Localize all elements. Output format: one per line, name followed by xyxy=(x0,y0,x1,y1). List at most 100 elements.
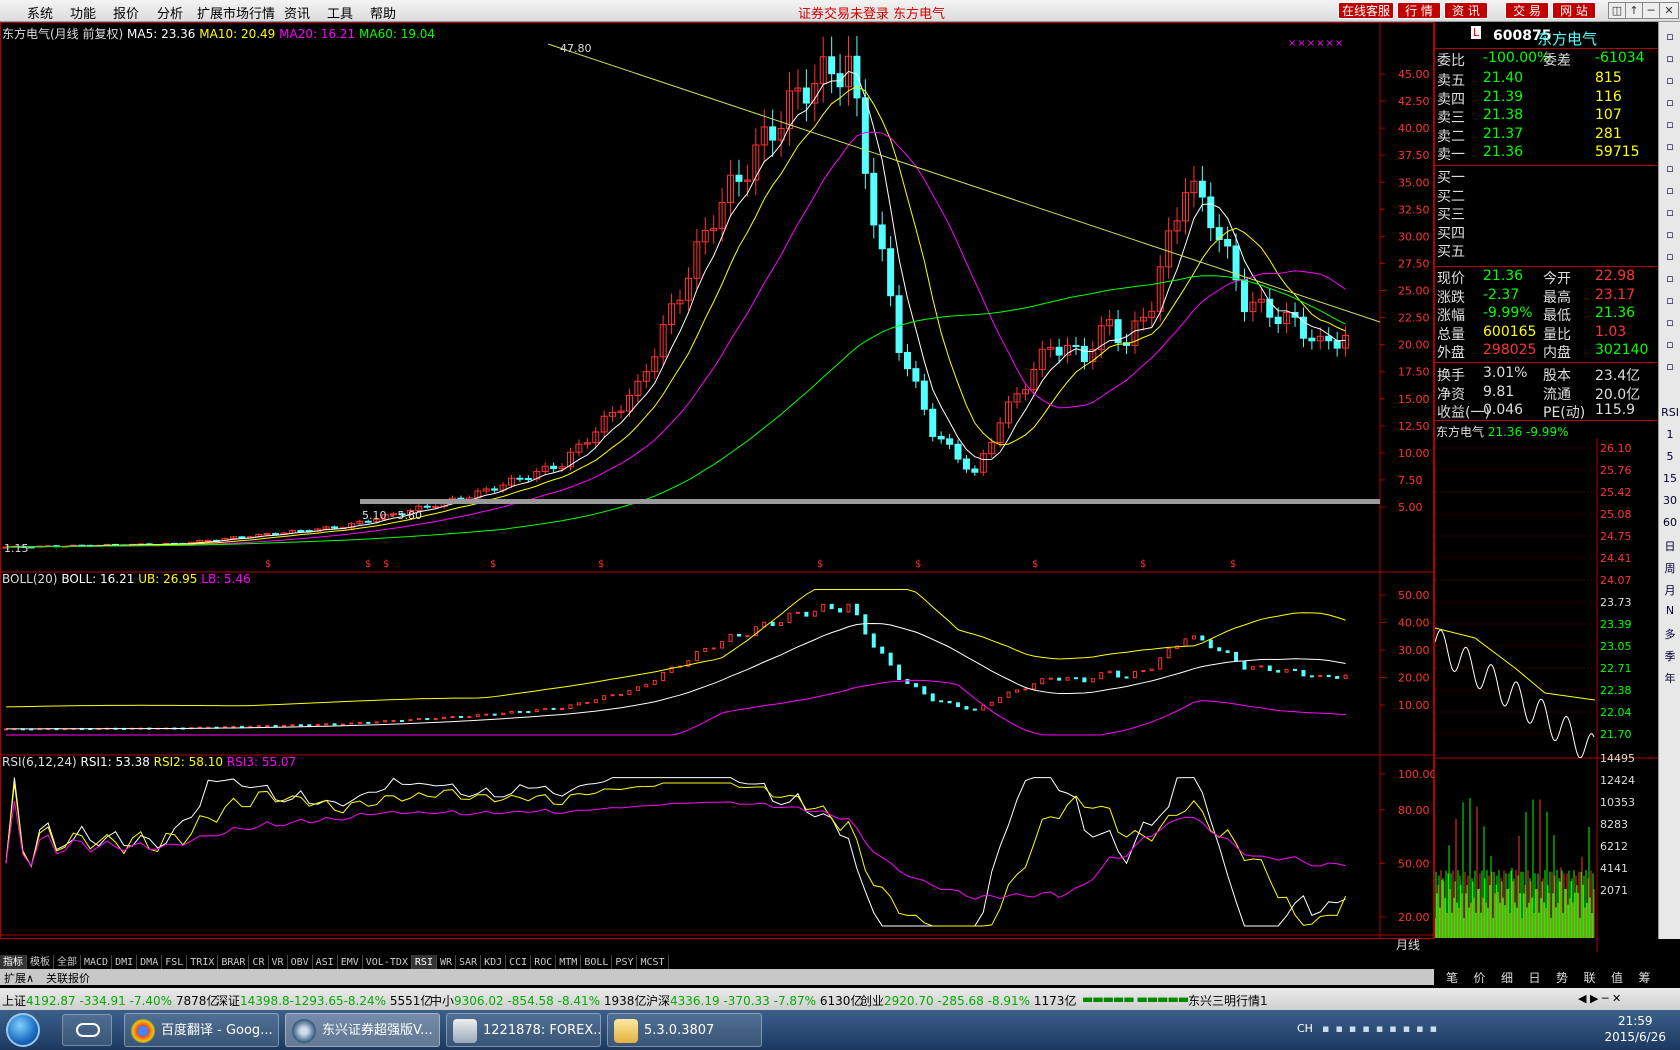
website-button[interactable]: 网 站 xyxy=(1552,2,1596,19)
menu-news[interactable]: 资讯 xyxy=(284,3,310,22)
chart-area[interactable]: 45.00 42.50 40.00 37.50 35.00 32.50 30.00 27.50… xyxy=(0,22,1434,952)
period-button-1[interactable]: 1 xyxy=(1661,428,1679,441)
toolbar-icon[interactable]: ▫ xyxy=(1661,118,1679,131)
period-button-6[interactable]: 日 xyxy=(1661,538,1679,554)
quote-tab-6[interactable]: 值 xyxy=(1611,969,1623,986)
toolbar-icon[interactable]: ▫ xyxy=(1661,74,1679,87)
indicator-tab-cci[interactable]: CCI xyxy=(506,955,532,970)
indicator-tab-mtm[interactable]: MTM xyxy=(556,955,582,970)
indicator-tab-trix[interactable]: TRIX xyxy=(187,955,219,970)
minimize-icon[interactable]: ─ xyxy=(1642,2,1660,19)
indicator-tab-emv[interactable]: EMV xyxy=(338,955,363,970)
indicator-tab-kdj[interactable]: KDJ xyxy=(481,955,507,970)
login-status[interactable]: 证券交易未登录 xyxy=(798,3,889,22)
index-shanghai[interactable]: 上证4192.87 -334.91 -7.40% 7878亿 xyxy=(2,992,218,1009)
online-service-button[interactable]: 在线客服 xyxy=(1338,2,1394,19)
period-button-5[interactable]: 60 xyxy=(1661,516,1679,529)
broker-server[interactable]: 东兴三明行情1 xyxy=(1188,992,1268,1009)
toolbar-icon[interactable]: ▫ xyxy=(1661,162,1679,175)
trade-button[interactable]: 交 易 xyxy=(1505,2,1549,19)
menu-analysis[interactable]: 分析 xyxy=(157,3,183,22)
language-indicator[interactable]: CH xyxy=(1297,1022,1313,1035)
toolbar-icon[interactable]: ▫ xyxy=(1661,184,1679,197)
toolbar-icon[interactable]: ▫ xyxy=(1661,52,1679,65)
index-shenzhen[interactable]: 深证14398.8-1293.65-8.24% 5551亿 xyxy=(216,992,432,1009)
menu-extended-market[interactable]: 扩展市场行情 xyxy=(197,3,275,22)
toolbar-icon[interactable]: ▫ xyxy=(1661,360,1679,373)
cloud-app-icon[interactable] xyxy=(62,1014,112,1046)
taskbar-trading-app[interactable]: 东兴证券超强版V... xyxy=(285,1013,440,1047)
toolbar-icon[interactable]: ▫ xyxy=(1661,30,1679,43)
period-button-7[interactable]: 周 xyxy=(1661,560,1679,576)
menu-function[interactable]: 功能 xyxy=(70,3,96,22)
market-button[interactable]: 行 情 xyxy=(1397,2,1441,19)
quote-tab-4[interactable]: 势 xyxy=(1556,969,1568,986)
toolbar-icon[interactable]: ▫ xyxy=(1661,140,1679,153)
kline-chart[interactable]: 45.00 42.50 40.00 37.50 35.00 32.50 30.00 27.50… xyxy=(0,22,1434,939)
indicator-tab-psy[interactable]: PSY xyxy=(612,955,638,970)
indicator-tab-cr[interactable]: CR xyxy=(249,955,269,970)
up-icon[interactable]: ↑ xyxy=(1625,2,1643,19)
indicator-tab-指标[interactable]: 指标 xyxy=(0,955,27,970)
toolbar-icon[interactable]: ▫ xyxy=(1661,294,1679,307)
tray-icons[interactable]: ▪▪▪▪▪▪▪▪▪ xyxy=(1322,1022,1443,1035)
quote-tab-7[interactable]: 筹 xyxy=(1639,969,1651,986)
index-hs300[interactable]: 沪深4336.19 -370.33 -7.87% 6130亿 xyxy=(646,992,862,1009)
indicator-tab-dma[interactable]: DMA xyxy=(137,955,163,970)
period-button-12[interactable]: 年 xyxy=(1661,670,1679,686)
indicator-tab-asi[interactable]: ASI xyxy=(313,955,338,970)
menu-quote[interactable]: 报价 xyxy=(113,3,139,22)
toolbar-icon[interactable]: ▫ xyxy=(1661,206,1679,219)
indicator-tab-vr[interactable]: VR xyxy=(269,955,288,970)
quote-tab-0[interactable]: 笔 xyxy=(1446,969,1458,986)
index-chinext[interactable]: 创业2920.70 -285.68 -8.91% 1173亿 xyxy=(860,992,1076,1009)
indicator-tab-boll[interactable]: BOLL xyxy=(581,955,613,970)
period-button-10[interactable]: 多 xyxy=(1661,626,1679,642)
toolbar-icon[interactable]: ▫ xyxy=(1661,96,1679,109)
quote-tab-3[interactable]: 日 xyxy=(1529,969,1541,986)
period-button-11[interactable]: 季 xyxy=(1661,648,1679,664)
taskbar-chrome[interactable]: 百度翻译 - Goog... xyxy=(124,1013,279,1047)
period-button-2[interactable]: 5 xyxy=(1661,450,1679,463)
indicator-tab-模板[interactable]: 模板 xyxy=(27,955,54,970)
taskbar-forex[interactable]: 1221878: FOREX... xyxy=(446,1013,601,1047)
toolbar-icon[interactable]: ▫ xyxy=(1661,316,1679,329)
close-icon[interactable]: ✕ xyxy=(1659,2,1679,19)
indicator-tab-brar[interactable]: BRAR xyxy=(218,955,250,970)
intraday-chart[interactable]: 26.10 25.76 25.42 25.08 24.75 24.41 24.07 23.73… xyxy=(1435,438,1659,958)
period-button-0[interactable]: RSI xyxy=(1661,406,1679,419)
start-button[interactable] xyxy=(6,1013,40,1047)
taskbar-clock[interactable]: 21:59 2015/6/26 xyxy=(1604,1013,1666,1045)
period-button-3[interactable]: 15 xyxy=(1661,472,1679,485)
indicator-tab-vol-tdx[interactable]: VOL-TDX xyxy=(363,955,412,970)
indicator-tab-wr[interactable]: WR xyxy=(437,955,457,970)
menu-help[interactable]: 帮助 xyxy=(370,3,396,22)
quote-tab-2[interactable]: 细 xyxy=(1501,969,1513,986)
indicator-tab-sar[interactable]: SAR xyxy=(456,955,482,970)
toolbar-icon[interactable]: ▫ xyxy=(1661,250,1679,263)
indicator-tab-obv[interactable]: OBV xyxy=(288,955,313,970)
indicator-tab-全部[interactable]: 全部 xyxy=(54,955,81,970)
period-button-8[interactable]: 月 xyxy=(1661,582,1679,598)
restore-icon[interactable]: ◫ xyxy=(1608,2,1626,19)
quote-tab-5[interactable]: 联 xyxy=(1584,969,1596,986)
indicator-tab-macd[interactable]: MACD xyxy=(81,955,113,970)
indicator-tab-roc[interactable]: ROC xyxy=(531,955,557,970)
index-sme[interactable]: 中小9306.02 -854.58 -8.41% 1938亿 xyxy=(430,992,646,1009)
related-quotes-button[interactable]: 关联报价 xyxy=(46,970,90,986)
menu-system[interactable]: 系统 xyxy=(27,3,53,22)
period-button-9[interactable]: N xyxy=(1661,604,1679,617)
expand-button[interactable]: 扩展∧ xyxy=(4,970,34,986)
menu-tools[interactable]: 工具 xyxy=(327,3,353,22)
indicator-tab-fsl[interactable]: FSL xyxy=(162,955,188,970)
quote-tab-1[interactable]: 价 xyxy=(1474,969,1486,986)
toolbar-icon[interactable]: ▫ xyxy=(1661,338,1679,351)
indicator-tab-dmi[interactable]: DMI xyxy=(112,955,138,970)
indicator-tab-rsi[interactable]: RSI xyxy=(411,955,437,970)
indicator-tab-mcst[interactable]: MCST xyxy=(637,955,669,970)
news-button[interactable]: 资 讯 xyxy=(1444,2,1488,19)
taskbar-folder[interactable]: 5.3.0.3807 xyxy=(607,1013,762,1047)
period-button-4[interactable]: 30 xyxy=(1661,494,1679,507)
toolbar-icon[interactable]: ▫ xyxy=(1661,272,1679,285)
toolbar-icon[interactable]: ▫ xyxy=(1661,228,1679,241)
